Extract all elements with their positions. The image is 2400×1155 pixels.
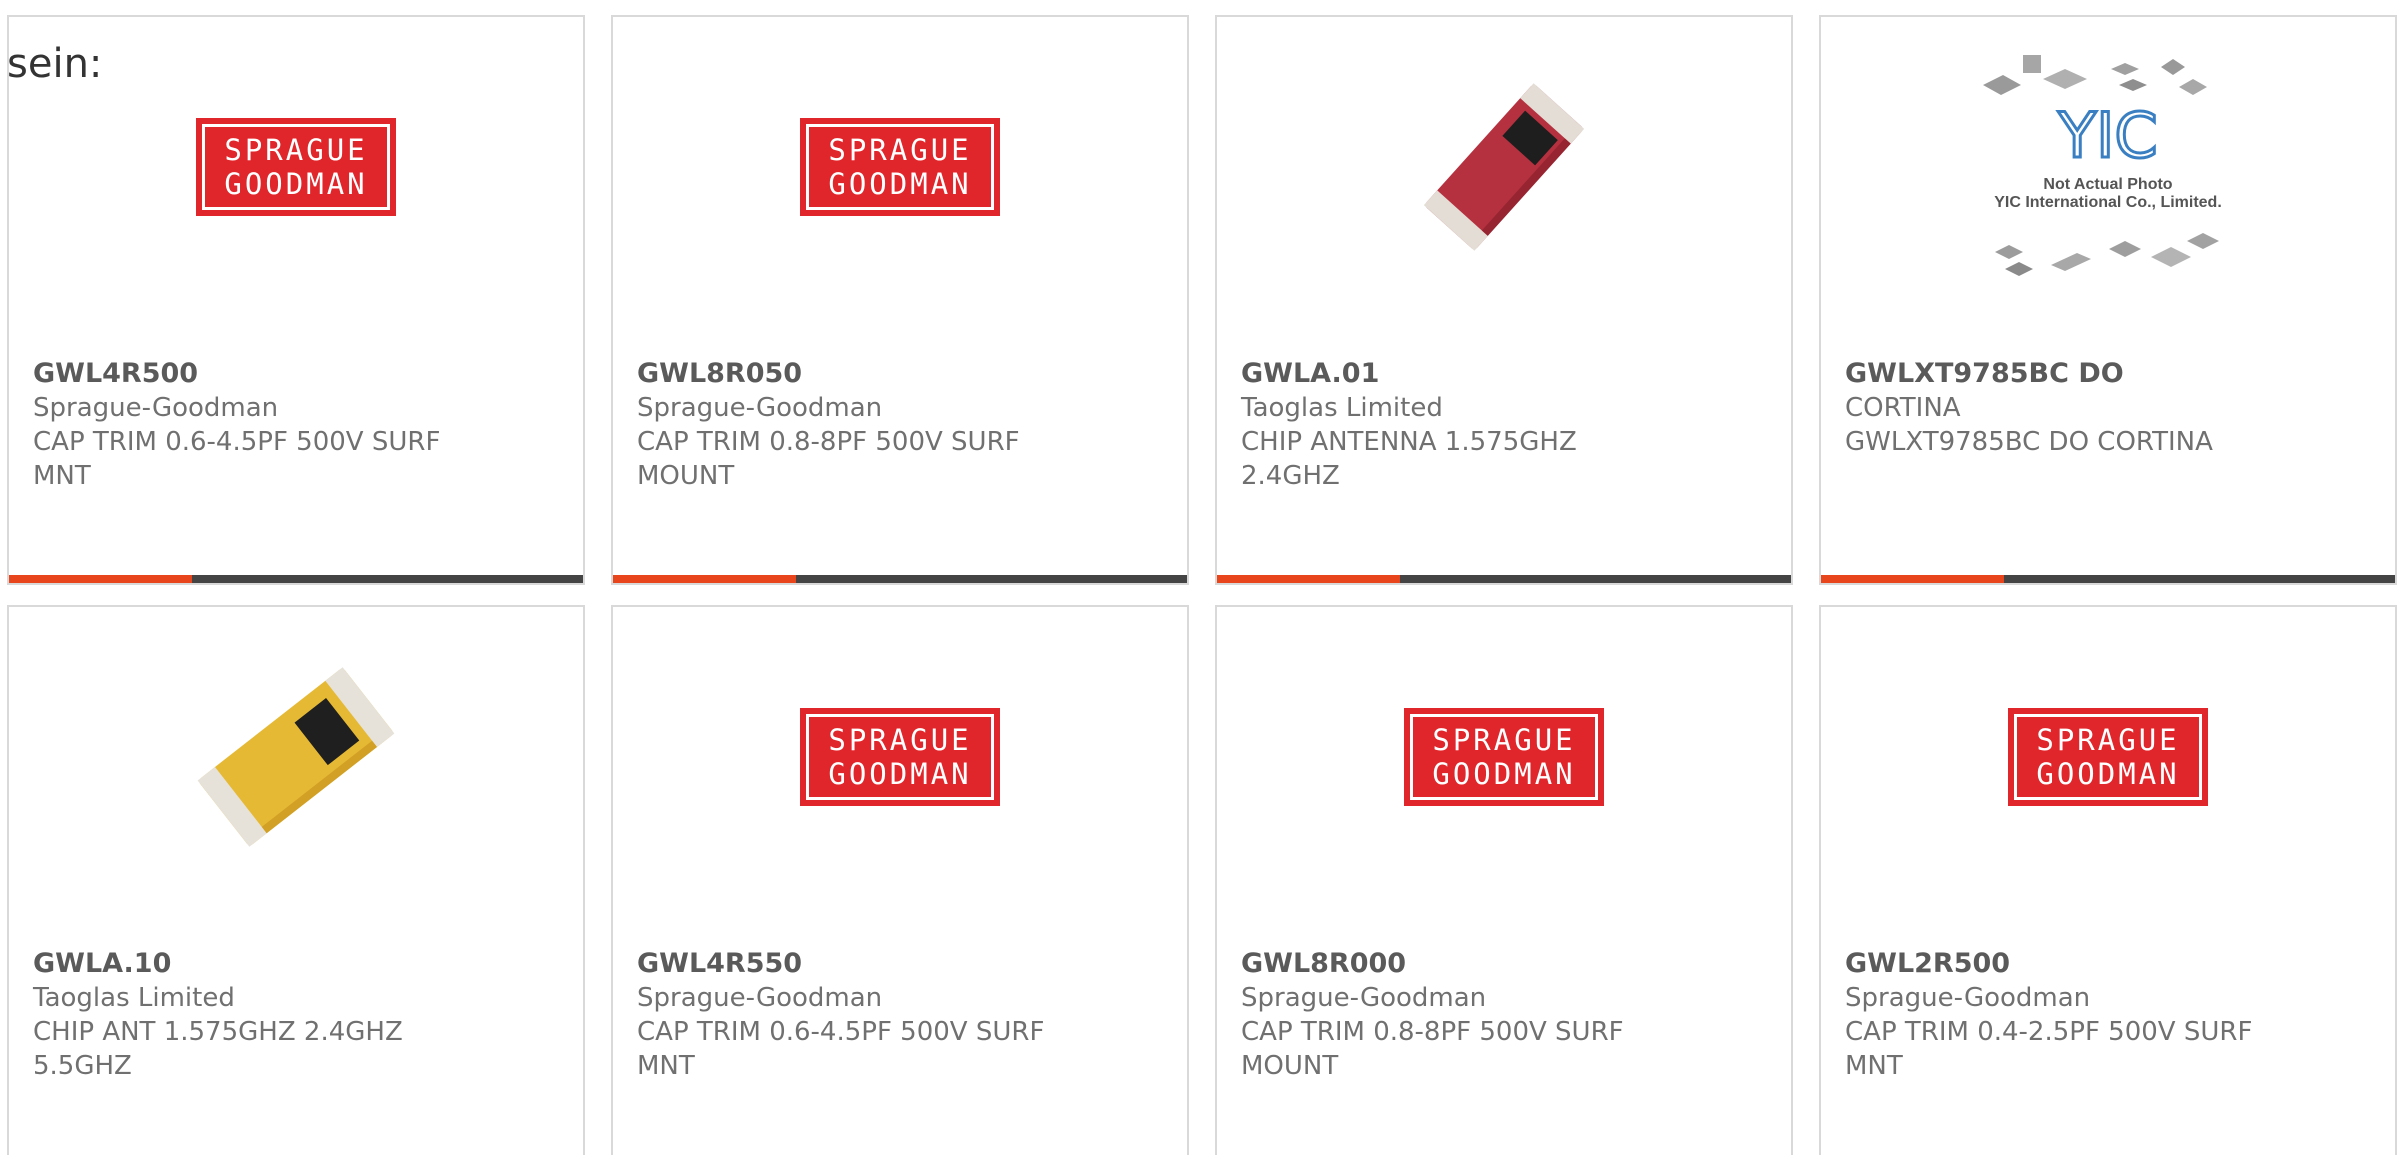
- product-image: [1217, 77, 1791, 317]
- description: CAP TRIM 0.4-2.5PF 500V SURF MNT: [1845, 1017, 2253, 1081]
- yic-mark: YIC: [2057, 99, 2157, 172]
- manufacturer: Sprague-Goodman: [1241, 983, 1487, 1013]
- card-accent-bar: [1821, 575, 2395, 583]
- product-card[interactable]: GWLA.01 Taoglas Limited CHIP ANTENNA 1.5…: [1215, 15, 1793, 585]
- description: GWLXT9785BC DO CORTINA: [1845, 427, 2213, 457]
- logo-line-2: GOODMAN: [828, 167, 972, 201]
- sprague-goodman-logo: SPRAGUE GOODMAN: [800, 118, 1000, 216]
- product-image: [9, 667, 583, 907]
- description: CHIP ANTENNA 1.575GHZ 2.4GHZ: [1241, 427, 1577, 491]
- sprague-goodman-logo: SPRAGUE GOODMAN: [196, 118, 396, 216]
- manufacturer: Sprague-Goodman: [33, 393, 279, 423]
- logo-line-2: GOODMAN: [224, 167, 368, 201]
- product-card[interactable]: SPRAGUE GOODMAN GWL8R050 Sprague-Goodman…: [611, 15, 1189, 585]
- logo-line-1: SPRAGUE: [828, 723, 972, 757]
- part-number[interactable]: GWL4R500: [33, 357, 473, 391]
- product-image: SPRAGUE GOODMAN: [1217, 667, 1791, 907]
- part-number[interactable]: GWLA.10: [33, 947, 473, 981]
- yic-caption-2: YIC International Co., Limited.: [1994, 194, 2222, 211]
- logo-line-1: SPRAGUE: [1432, 723, 1576, 757]
- product-image: SPRAGUE GOODMAN: [613, 667, 1187, 907]
- logo-line-1: SPRAGUE: [224, 133, 368, 167]
- yic-caption-1: Not Actual Photo: [2043, 176, 2172, 193]
- product-image: SPRAGUE GOODMAN: [1821, 667, 2395, 907]
- product-card[interactable]: SPRAGUE GOODMAN GWL4R500 Sprague-Goodman…: [7, 15, 585, 585]
- intro-text: sein:: [7, 41, 103, 87]
- description: CAP TRIM 0.6-4.5PF 500V SURF MNT: [637, 1017, 1045, 1081]
- product-grid-page: sein: SPRAGUE GOODMAN GWL4R500 Sprague-G…: [0, 0, 2400, 1155]
- product-image: SPRAGUE GOODMAN: [613, 77, 1187, 317]
- product-image: SPRAGUE GOODMAN: [9, 77, 583, 317]
- description: CAP TRIM 0.6-4.5PF 500V SURF MNT: [33, 427, 441, 491]
- product-card[interactable]: YIC Not Actual Photo YIC International C…: [1819, 15, 2397, 585]
- part-number[interactable]: GWL8R050: [637, 357, 1077, 391]
- sprague-goodman-logo: SPRAGUE GOODMAN: [2008, 708, 2208, 806]
- card-accent-bar: [1217, 575, 1791, 583]
- card-accent-bar: [613, 575, 1187, 583]
- logo-line-1: SPRAGUE: [2036, 723, 2180, 757]
- logo-line-2: GOODMAN: [2036, 757, 2180, 791]
- part-number[interactable]: GWLXT9785BC DO: [1845, 357, 2285, 391]
- part-number[interactable]: GWLA.01: [1241, 357, 1681, 391]
- description: CAP TRIM 0.8-8PF 500V SURF MOUNT: [1241, 1017, 1624, 1081]
- part-number[interactable]: GWL4R550: [637, 947, 1077, 981]
- description: CHIP ANT 1.575GHZ 2.4GHZ 5.5GHZ: [33, 1017, 403, 1081]
- yellow-chip-antenna-image: [196, 657, 396, 857]
- manufacturer: Sprague-Goodman: [637, 983, 883, 1013]
- part-number[interactable]: GWL8R000: [1241, 947, 1681, 981]
- logo-line-2: GOODMAN: [828, 757, 972, 791]
- card-accent-bar: [9, 575, 583, 583]
- logo-line-2: GOODMAN: [1432, 757, 1576, 791]
- sprague-goodman-logo: SPRAGUE GOODMAN: [1404, 708, 1604, 806]
- sprague-goodman-logo: SPRAGUE GOODMAN: [800, 708, 1000, 806]
- description: CAP TRIM 0.8-8PF 500V SURF MOUNT: [637, 427, 1020, 491]
- manufacturer: Sprague-Goodman: [1845, 983, 2091, 1013]
- product-card[interactable]: SPRAGUE GOODMAN GWL4R550 Sprague-Goodman…: [611, 605, 1189, 1155]
- logo-line-1: SPRAGUE: [828, 133, 972, 167]
- manufacturer: Sprague-Goodman: [637, 393, 883, 423]
- manufacturer: Taoglas Limited: [1241, 393, 1443, 423]
- manufacturer: Taoglas Limited: [33, 983, 235, 1013]
- yic-placeholder-image: YIC Not Actual Photo YIC International C…: [1983, 55, 2222, 276]
- red-chip-antenna-image: [1404, 67, 1604, 267]
- manufacturer: CORTINA: [1845, 393, 1961, 423]
- product-card[interactable]: SPRAGUE GOODMAN GWL8R000 Sprague-Goodman…: [1215, 605, 1793, 1155]
- product-card[interactable]: SPRAGUE GOODMAN GWL2R500 Sprague-Goodman…: [1819, 605, 2397, 1155]
- product-image: YIC Not Actual Photo YIC International C…: [1821, 55, 2395, 317]
- part-number[interactable]: GWL2R500: [1845, 947, 2285, 981]
- product-card[interactable]: GWLA.10 Taoglas Limited CHIP ANT 1.575GH…: [7, 605, 585, 1155]
